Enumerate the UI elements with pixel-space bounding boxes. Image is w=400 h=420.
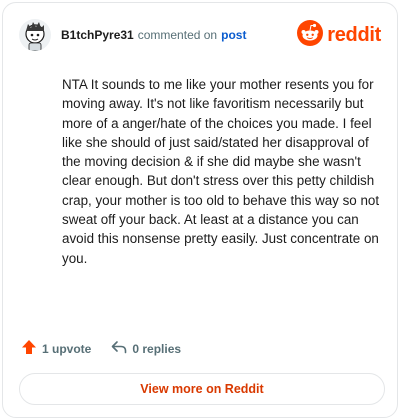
- snoo-avatar-icon[interactable]: [19, 19, 51, 51]
- upvote-count: 1 upvote: [42, 341, 92, 356]
- post-link[interactable]: post: [221, 28, 246, 42]
- username[interactable]: B1tchPyre31: [61, 28, 134, 42]
- reply-arrow-icon[interactable]: [111, 339, 127, 358]
- upvote-button[interactable]: 1 upvote: [21, 339, 91, 358]
- comment-body: NTA It sounds to me like your mother res…: [62, 77, 380, 266]
- embedded-comment-card: B1tchPyre31 commented on post reddit NTA…: [2, 2, 398, 418]
- reddit-alien-icon: [297, 19, 324, 51]
- comment-meta: B1tchPyre31 commented on post: [61, 28, 246, 42]
- replies-count: 0 replies: [132, 341, 182, 356]
- view-more-on-reddit-button[interactable]: View more on Reddit: [19, 373, 385, 405]
- upvote-arrow-icon[interactable]: [21, 339, 37, 358]
- reddit-brand[interactable]: reddit: [297, 19, 381, 51]
- reddit-wordmark: reddit: [327, 23, 381, 46]
- comment-header: B1tchPyre31 commented on post reddit: [19, 19, 381, 51]
- commented-on-label: commented on: [137, 28, 218, 42]
- comment-actions: 1 upvote 0 replies: [21, 339, 181, 358]
- replies-button[interactable]: 0 replies: [111, 339, 181, 358]
